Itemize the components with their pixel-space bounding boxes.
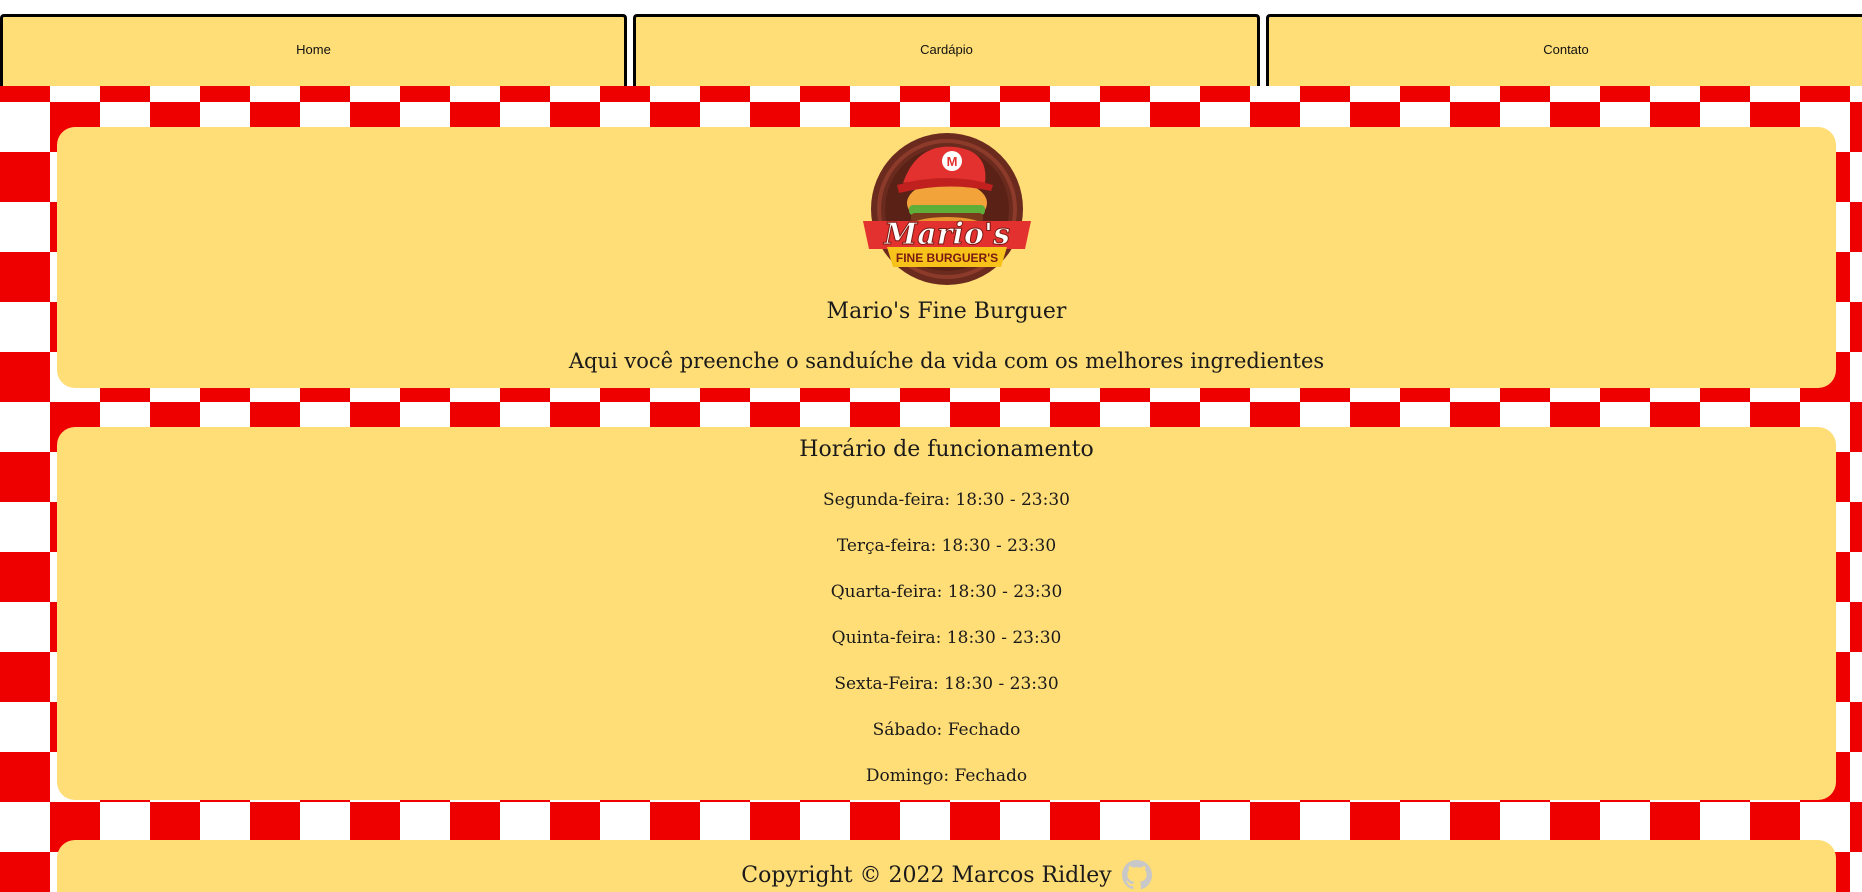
- page-footer: Copyright © 2022 Marcos Ridley: [57, 840, 1836, 892]
- hours-item-monday: Segunda-feira: 18:30 - 23:30: [823, 490, 1070, 510]
- hours-item-thursday: Quinta-feira: 18:30 - 23:30: [831, 628, 1062, 648]
- nav-contato-button[interactable]: Contato: [1266, 14, 1862, 86]
- hero-card: M Mario's FINE BURGUER'S Mario's Fine Bu…: [57, 127, 1836, 388]
- site-tagline: Aqui você preenche o sanduíche da vida c…: [568, 349, 1325, 373]
- opening-hours-card: Horário de funcionamento Segunda-feira: …: [57, 427, 1836, 800]
- hours-item-saturday: Sábado: Fechado: [872, 720, 1021, 740]
- site-title: Mario's Fine Burguer: [826, 299, 1067, 324]
- copyright-text: Copyright © 2022 Marcos Ridley: [741, 862, 1112, 888]
- github-icon[interactable]: [1121, 860, 1152, 890]
- nav-contato-label: Contato: [1543, 42, 1589, 57]
- svg-text:M: M: [947, 154, 958, 169]
- top-navigation: Home Cardápio Contato: [0, 0, 1862, 86]
- hours-item-wednesday: Quarta-feira: 18:30 - 23:30: [830, 582, 1063, 602]
- opening-hours-title: Horário de funcionamento: [799, 437, 1094, 462]
- svg-text:FINE BURGUER'S: FINE BURGUER'S: [896, 251, 998, 265]
- opening-hours-list: Segunda-feira: 18:30 - 23:30 Terça-feira…: [57, 489, 1836, 811]
- footer-line: Copyright © 2022 Marcos Ridley: [57, 860, 1836, 890]
- nav-home-label: Home: [296, 42, 331, 57]
- nav-home-button[interactable]: Home: [0, 14, 627, 86]
- nav-cardapio-label: Cardápio: [920, 42, 973, 57]
- hours-item-tuesday: Terça-feira: 18:30 - 23:30: [836, 536, 1057, 556]
- marios-logo-icon: M Mario's FINE BURGUER'S: [863, 133, 1031, 285]
- svg-text:Mario's: Mario's: [883, 217, 1010, 252]
- hours-item-friday: Sexta-Feira: 18:30 - 23:30: [834, 674, 1059, 694]
- hours-item-sunday: Domingo: Fechado: [865, 766, 1028, 786]
- nav-cardapio-button[interactable]: Cardápio: [633, 14, 1260, 86]
